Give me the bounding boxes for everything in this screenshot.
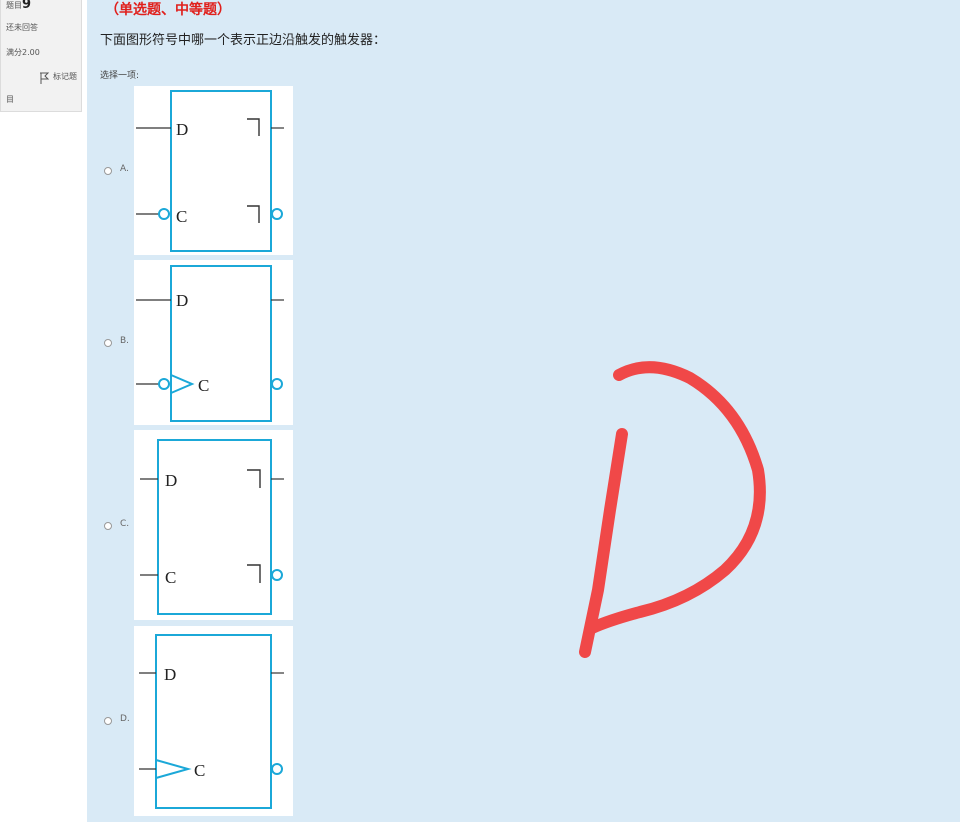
answer-prompt: 选择一项: xyxy=(100,71,140,81)
option-d-label[interactable]: D. xyxy=(120,714,130,724)
option-b-pin-c: C xyxy=(198,376,209,395)
option-d-radio[interactable] xyxy=(104,717,112,725)
question-number-prefix: 题目 xyxy=(6,1,22,10)
option-c-symbol[interactable]: D C xyxy=(134,430,293,620)
option-b-label[interactable]: B. xyxy=(120,336,129,346)
option-a-pin-d: D xyxy=(176,120,188,139)
option-b-pin-d: D xyxy=(176,291,188,310)
option-a-pin-c: C xyxy=(176,207,187,226)
option-d-pin-d: D xyxy=(164,665,176,684)
question-text: 下面图形符号中哪一个表示正边沿触发的触发器： xyxy=(100,33,387,48)
option-a-symbol[interactable]: D C xyxy=(134,86,293,255)
option-c-pin-d: D xyxy=(165,471,177,490)
flag-question-label[interactable]: 标记题 xyxy=(53,71,77,82)
question-number-value: 9 xyxy=(22,0,32,12)
question-type: （单选题、中等题） xyxy=(105,2,231,18)
option-c-label[interactable]: C. xyxy=(120,519,129,529)
flag-question-label-continued[interactable]: 目 xyxy=(6,94,14,105)
option-a-label[interactable]: A. xyxy=(120,164,129,174)
option-a-radio[interactable] xyxy=(104,167,112,175)
flag-icon[interactable] xyxy=(38,71,50,85)
option-b-radio[interactable] xyxy=(104,339,112,347)
question-score: 满分2.00 xyxy=(6,48,40,57)
option-d-symbol[interactable]: D C xyxy=(134,626,293,816)
option-c-pin-c: C xyxy=(165,568,176,587)
option-b-symbol[interactable]: D C xyxy=(134,260,293,425)
option-d-pin-c: C xyxy=(194,761,205,780)
answer-status: 还未回答 xyxy=(6,23,38,32)
question-info-panel: 题目9 还未回答 满分2.00 标记题 目 xyxy=(0,0,82,112)
question-number: 题目9 xyxy=(6,0,31,12)
option-c-radio[interactable] xyxy=(104,522,112,530)
